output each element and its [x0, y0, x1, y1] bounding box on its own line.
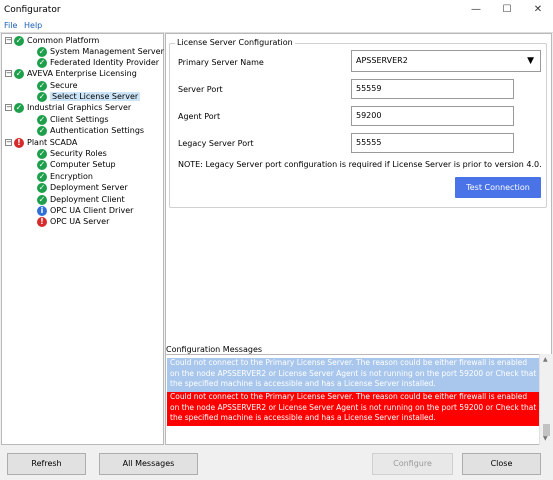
legacy-port-input[interactable]: 55555 — [351, 133, 514, 153]
close-window-button[interactable]: ✕ — [527, 0, 549, 20]
tree-node-client-settings[interactable]: ✓ Client Settings — [37, 114, 109, 125]
tree-node-deployment-client[interactable]: ✓ Deployment Client — [37, 194, 125, 205]
exclamation-circle-icon: ! — [14, 137, 24, 148]
tree-node-aveva-enterprise-licensing[interactable]: − ✓ AVEVA Enterprise Licensing — [5, 68, 137, 79]
menu-file[interactable]: File — [4, 21, 17, 30]
tree-node-secure[interactable]: ✓ Secure — [37, 80, 78, 91]
check-circle-icon: ✓ — [37, 57, 47, 68]
primary-server-dropdown[interactable]: APSSERVER2 ▼ — [351, 50, 541, 72]
tree-node-select-license-server[interactable]: ✓ Select License Server — [37, 91, 141, 102]
check-circle-icon: ✓ — [37, 80, 47, 91]
close-button[interactable]: Close — [462, 453, 541, 475]
refresh-button[interactable]: Refresh — [7, 453, 86, 475]
minimize-button[interactable]: — — [465, 0, 487, 20]
message-item[interactable]: Could not connect to the Primary License… — [167, 392, 540, 426]
window-title: Configurator — [4, 5, 61, 15]
title-bar: Configurator — ☐ ✕ — [0, 0, 553, 20]
menu-help[interactable]: Help — [24, 21, 42, 30]
all-messages-button[interactable]: All Messages — [99, 453, 198, 475]
scroll-up-icon[interactable]: ▲ — [543, 356, 548, 363]
messages-title: Configuration Messages — [166, 345, 263, 354]
tree-node-opc-ua-client-driver[interactable]: i OPC UA Client Driver — [37, 205, 133, 216]
tree-node-common-platform[interactable]: − ✓ Common Platform — [5, 35, 99, 46]
legacy-port-label: Legacy Server Port — [178, 139, 254, 148]
server-port-input[interactable]: 55559 — [351, 79, 514, 99]
tree-node-computer-setup[interactable]: ✓ Computer Setup — [37, 159, 116, 170]
message-item[interactable]: Could not connect to the Primary License… — [167, 358, 540, 392]
tree-node-industrial-graphics-server[interactable]: − ✓ Industrial Graphics Server — [5, 102, 131, 113]
collapse-icon[interactable]: − — [5, 139, 12, 146]
tree-node-plant-scada[interactable]: −! Plant SCADA — [5, 137, 77, 148]
collapse-icon[interactable]: − — [5, 37, 12, 44]
messages-scrollbar[interactable]: ▲ ▼ — [539, 354, 553, 445]
test-connection-button[interactable]: Test Connection — [455, 177, 541, 198]
scroll-down-icon[interactable]: ▼ — [543, 435, 548, 442]
tree-node-authentication-settings[interactable]: ✓ Authentication Settings — [37, 125, 144, 136]
legacy-port-note: NOTE: Legacy Server port configuration i… — [178, 160, 542, 169]
collapse-icon[interactable]: − — [5, 70, 12, 77]
maximize-button[interactable]: ☐ — [496, 0, 518, 20]
tree-node-security-roles[interactable]: ✓ Security Roles — [37, 148, 107, 159]
check-circle-icon: ✓ — [37, 148, 47, 159]
check-circle-icon: ✓ — [37, 171, 47, 182]
dropdown-arrow-icon[interactable]: ▼ — [527, 51, 534, 71]
messages-list: Could not connect to the Primary License… — [165, 354, 552, 445]
exclamation-circle-icon: ! — [37, 216, 47, 227]
check-circle-icon: ✓ — [37, 91, 47, 102]
check-circle-icon: ✓ — [37, 182, 47, 193]
tree-node-opc-ua-server[interactable]: ! OPC UA Server — [37, 216, 109, 227]
tree-node-system-management-server[interactable]: ✓ System Management Server — [37, 46, 164, 57]
check-circle-icon: ✓ — [37, 114, 47, 125]
check-circle-icon: ✓ — [14, 68, 24, 79]
tree-node-encryption[interactable]: ✓ Encryption — [37, 171, 93, 182]
check-circle-icon: ✓ — [37, 194, 47, 205]
check-circle-icon: ✓ — [14, 102, 24, 113]
check-circle-icon: ✓ — [37, 125, 47, 136]
server-port-label: Server Port — [178, 85, 223, 94]
agent-port-input[interactable]: 59200 — [351, 106, 514, 126]
check-circle-icon: ✓ — [37, 46, 47, 57]
info-circle-icon: i — [37, 205, 47, 216]
configure-button[interactable]: Configure — [372, 453, 453, 475]
tree-node-federated-identity-provider[interactable]: ✓ Federated Identity Provider — [37, 57, 159, 68]
collapse-icon[interactable]: − — [5, 104, 12, 111]
tree-node-deployment-server[interactable]: ✓ Deployment Server — [37, 182, 128, 193]
agent-port-label: Agent Port — [178, 112, 221, 121]
menu-bar: File Help — [0, 20, 553, 33]
check-circle-icon: ✓ — [37, 159, 47, 170]
check-circle-icon: ✓ — [14, 35, 24, 46]
group-title: License Server Configuration — [175, 38, 295, 47]
primary-server-label: Primary Server Name — [178, 58, 264, 67]
primary-server-value: APSSERVER2 — [356, 56, 408, 65]
